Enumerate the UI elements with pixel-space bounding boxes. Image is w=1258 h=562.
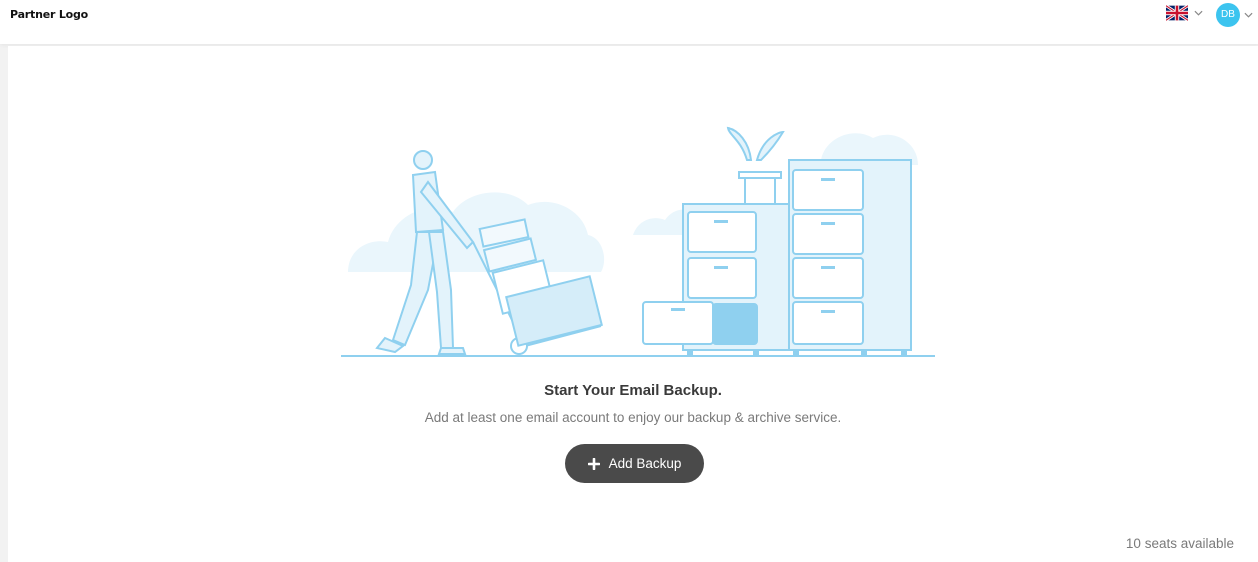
empty-state-title: Start Your Email Backup. [544,382,722,399]
empty-state-subtitle: Add at least one email account to enjoy … [424,410,842,425]
main-card: Start Your Email Backup. Add at least on… [8,46,1258,562]
language-selector[interactable] [1166,4,1203,22]
plus-icon [587,457,600,470]
partner-logo[interactable]: Partner Logo [10,8,88,21]
add-backup-label: Add Backup [608,456,682,471]
chevron-down-icon [1194,10,1203,16]
add-backup-button[interactable]: Add Backup [565,444,704,483]
user-menu[interactable]: DB [1216,2,1253,28]
seats-available-text: 10 seats available [1125,536,1234,551]
uk-flag-icon [1166,5,1188,21]
top-bar: Partner Logo DB [0,0,1258,44]
avatar[interactable]: DB [1216,3,1240,27]
backup-illustration [341,126,935,357]
chevron-down-icon [1244,12,1253,18]
